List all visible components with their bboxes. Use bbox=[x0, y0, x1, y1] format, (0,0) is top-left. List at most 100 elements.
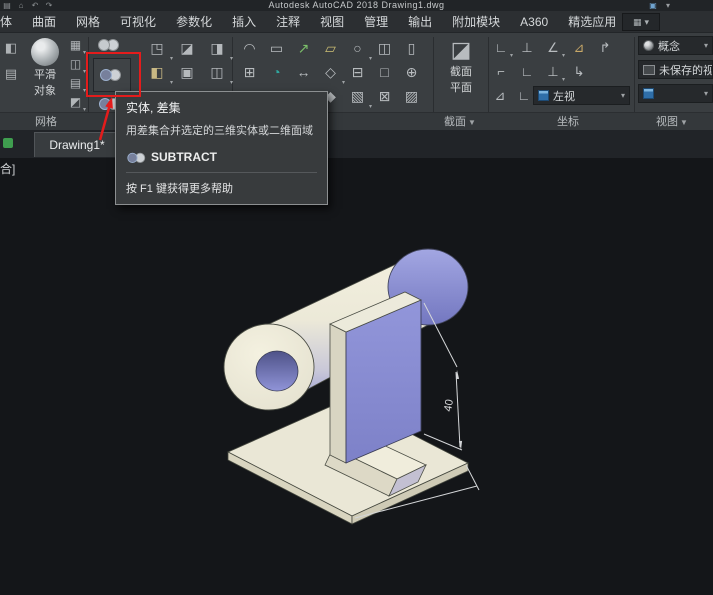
titlebar-right-icons: ▣ ▾ bbox=[648, 0, 673, 11]
share-icon-glyph: ▣ bbox=[649, 0, 657, 10]
solid-edit-icon[interactable]: ▣ bbox=[172, 60, 202, 84]
modify-icon[interactable]: ⊞ bbox=[236, 60, 263, 84]
tooltip-description: 用差集合并选定的三维实体或二维面域 bbox=[126, 125, 313, 137]
ribbon-tab-注释[interactable]: 注释 bbox=[266, 11, 310, 33]
window-title: Autodesk AutoCAD 2018 Drawing1.dwg bbox=[268, 0, 445, 10]
drawing-file-tab[interactable]: Drawing1* bbox=[34, 132, 120, 157]
model-space-canvas[interactable]: 合] 40 bbox=[0, 158, 713, 590]
draw-icon-glyph: ▱ bbox=[325, 39, 336, 56]
ribbon-tab-可视化[interactable]: 可视化 bbox=[110, 11, 166, 33]
modify-icon[interactable]: ◔ bbox=[263, 60, 290, 84]
solid-edit-icon[interactable]: ◫ ▾ bbox=[202, 60, 233, 87]
panel-label-view[interactable]: 视图 ▼ bbox=[642, 113, 702, 131]
named-view-value: 未保存的视 bbox=[659, 64, 713, 77]
mesh-tool-icon[interactable]: ◫ ▾ bbox=[66, 55, 86, 75]
modify-icon-glyph: ◔ bbox=[272, 64, 281, 80]
ucs-tool-icon-glyph: ⌐ bbox=[497, 64, 505, 79]
modify-icon[interactable]: ↔ bbox=[290, 60, 317, 84]
ucs-tool-icon-glyph: ∟ bbox=[517, 88, 531, 103]
flyout-arrow-icon: ▾ bbox=[561, 77, 565, 83]
ucs-tool-icon[interactable]: ↱ bbox=[594, 38, 616, 57]
solid-edit-icon-glyph: ◪ bbox=[180, 39, 194, 56]
section-plane-button[interactable]: ◪ 截面 平面 bbox=[438, 36, 484, 110]
ucs-tool-icon-glyph: ⊿ bbox=[494, 87, 506, 103]
mesh-tool-icon[interactable]: ▤ ▾ bbox=[66, 74, 86, 94]
modify-icon[interactable]: ⊕ bbox=[398, 60, 425, 84]
panel-label-coords[interactable]: 坐标 bbox=[538, 113, 598, 131]
named-view-dropdown[interactable]: 未保存的视 bbox=[638, 60, 713, 79]
view-cube-dropdown[interactable]: ▾ bbox=[638, 84, 713, 103]
viewport-controls-fragment[interactable]: 合] bbox=[0, 160, 15, 177]
solid-edit-icon[interactable]: ◧ ▾ bbox=[142, 60, 173, 87]
ribbon-tab-精选应用[interactable]: 精选应用 bbox=[558, 11, 626, 33]
modify-icon[interactable]: □ bbox=[371, 60, 398, 84]
tooltip-divider bbox=[126, 172, 317, 173]
chevron-down-icon: ▾ bbox=[703, 41, 708, 50]
modify-icon[interactable]: ▧ ▾ bbox=[344, 84, 372, 111]
draw-icon[interactable]: ▯ bbox=[398, 36, 425, 60]
panel-separator bbox=[634, 37, 635, 112]
file-tab-icon[interactable] bbox=[3, 138, 13, 148]
ucs-tool-icon[interactable]: ⊿ bbox=[568, 38, 590, 57]
modify-icon-glyph: ⊞ bbox=[243, 63, 256, 80]
share-icon[interactable]: ▣ bbox=[648, 1, 658, 11]
ribbon-tab-曲面[interactable]: 曲面 bbox=[22, 11, 66, 33]
ucs-tool-icon[interactable]: ⌐ bbox=[490, 62, 512, 81]
ribbon-tab-A360[interactable]: A360 bbox=[510, 11, 558, 33]
visual-style-dropdown[interactable]: 概念 ▾ bbox=[638, 36, 713, 55]
modify-icon[interactable]: ⊟ bbox=[344, 60, 371, 84]
panel-label-mesh[interactable]: 网格 bbox=[16, 113, 76, 131]
mesh-tool-icon[interactable]: ◩ ▾ bbox=[66, 93, 86, 113]
mesh-tool-icon-glyph: ▤ bbox=[69, 76, 82, 90]
subtract-tooltip: 实体, 差集 用差集合并选定的三维实体或二维面域 SUBTRACT 按 F1 键… bbox=[115, 91, 328, 205]
ribbon-tab-附加模块[interactable]: 附加模块 bbox=[442, 11, 510, 33]
draw-icon[interactable]: ▱ bbox=[317, 36, 344, 60]
draw-icon[interactable]: ○ ▾ bbox=[344, 36, 372, 62]
solid-edit-icon-glyph: ◫ bbox=[210, 63, 224, 80]
modify-icon[interactable]: ⊠ bbox=[371, 84, 398, 108]
draw-icon[interactable]: ↗ bbox=[290, 36, 317, 60]
ribbon-tab-输出[interactable]: 输出 bbox=[398, 11, 442, 33]
chevron-down-icon: ▾ bbox=[620, 91, 625, 100]
modify-icon-glyph: ◇ bbox=[325, 63, 336, 80]
ribbon-tab-视图[interactable]: 视图 bbox=[310, 11, 354, 33]
draw-icon-glyph: ▯ bbox=[407, 39, 416, 56]
smooth-object-button[interactable]: 平滑 对象 bbox=[24, 36, 66, 110]
draw-icon-glyph: ↗ bbox=[297, 39, 310, 56]
solid-edit-icon[interactable]: ◨ ▾ bbox=[202, 36, 233, 63]
primitive-tool-icon[interactable]: ▤ bbox=[2, 65, 20, 83]
ucs-tool-icon[interactable]: ∟ ▾ bbox=[490, 38, 513, 59]
mesh-tool-icon-glyph: ▦ bbox=[69, 38, 82, 52]
ucs-tool-icon-glyph: ∟ bbox=[494, 40, 508, 55]
ribbon-tab-实体[interactable]: 实体 bbox=[0, 11, 22, 33]
ucs-tool-icon[interactable]: ⊥ ▾ bbox=[542, 62, 565, 84]
primitive-tool-icon[interactable]: ◧ bbox=[2, 39, 20, 57]
ucs-tools-row2: ⌐ ∟ ⊥ ▾ ↳ bbox=[490, 62, 590, 84]
union-button[interactable] bbox=[92, 37, 128, 53]
ucs-tool-icon[interactable]: ∠ ▾ bbox=[542, 38, 565, 60]
modify-icon[interactable]: ◇ ▾ bbox=[317, 60, 345, 87]
mesh-tool-icon[interactable]: ▦ ▾ bbox=[66, 36, 86, 56]
view-direction-dropdown[interactable]: 左视 ▾ bbox=[533, 86, 630, 105]
ribbon-tab-插入[interactable]: 插入 bbox=[222, 11, 266, 33]
ribbon-tab-管理[interactable]: 管理 bbox=[354, 11, 398, 33]
draw-icon[interactable]: ◠ bbox=[236, 36, 263, 60]
ucs-tool-icon[interactable]: ↳ bbox=[568, 62, 590, 81]
ucs-tool-icon[interactable]: ∟ bbox=[514, 86, 534, 105]
ribbon-tab-网格[interactable]: 网格 bbox=[66, 11, 110, 33]
modify-icon[interactable]: ▨ bbox=[398, 84, 425, 108]
draw-icon[interactable]: ◫ bbox=[371, 36, 398, 60]
dropdown-icon[interactable]: ▾ bbox=[663, 1, 673, 11]
solid-edit-icon[interactable]: ◳ ▾ bbox=[142, 36, 173, 63]
tooltip-footer: 按 F1 键获得更多帮助 bbox=[126, 183, 233, 195]
ucs-tool-icon[interactable]: ⊿ bbox=[490, 86, 510, 105]
model-viewport[interactable]: 40 bbox=[0, 158, 713, 590]
ucs-tool-icon[interactable]: ⊥ bbox=[516, 38, 538, 57]
solid-edit-icon[interactable]: ◪ bbox=[172, 36, 202, 60]
ribbon-tab-参数化[interactable]: 参数化 bbox=[166, 11, 222, 33]
solid-edit-icon-glyph: ◳ bbox=[150, 39, 164, 56]
panel-label-section[interactable]: 截面 ▼ bbox=[432, 113, 488, 131]
ucs-tool-icon[interactable]: ∟ bbox=[516, 62, 538, 81]
draw-icon[interactable]: ▭ bbox=[263, 36, 290, 60]
ribbon-options-button[interactable]: ▦ ▾ bbox=[622, 13, 660, 31]
